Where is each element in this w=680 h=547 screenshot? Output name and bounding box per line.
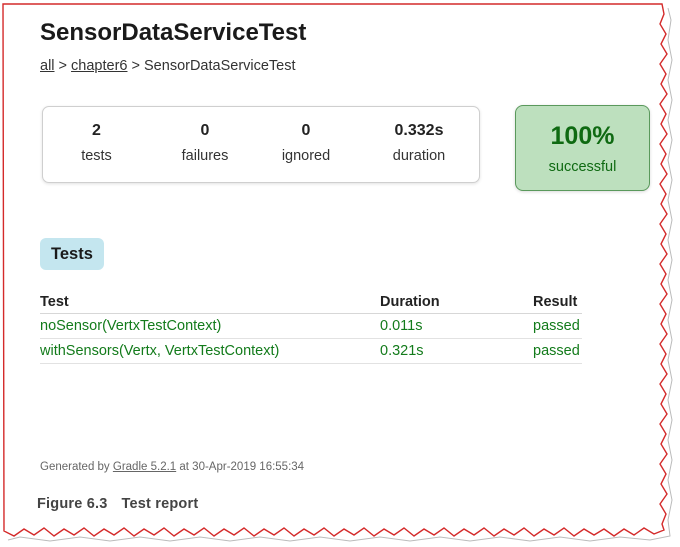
- torn-edge-frame: [2, 3, 673, 542]
- frame-shadow: [7, 7, 673, 542]
- frame-border: [2, 3, 668, 537]
